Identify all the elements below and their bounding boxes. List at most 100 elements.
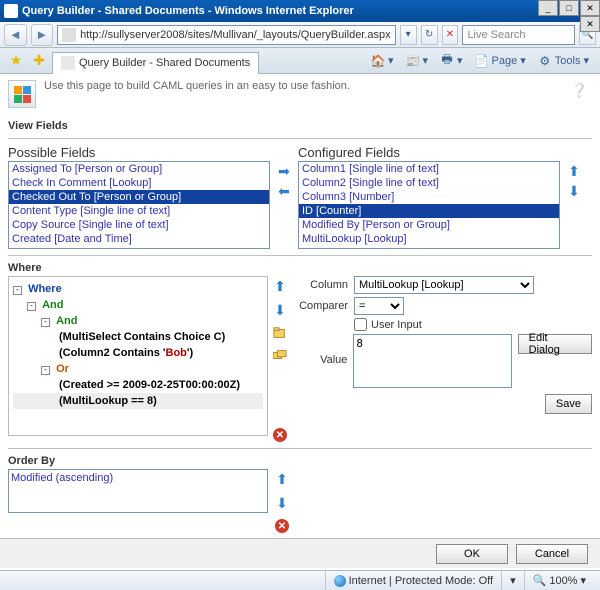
- collapse-icon[interactable]: -: [41, 366, 50, 375]
- edit-dialog-button[interactable]: Edit Dialog: [518, 334, 592, 354]
- transfer-controls: ➡ ➡: [276, 145, 292, 199]
- orderby-up-button[interactable]: ⬆: [274, 471, 290, 487]
- user-input-label: User Input: [371, 319, 422, 331]
- browser-tab[interactable]: Query Builder - Shared Documents: [52, 52, 259, 74]
- url-dropdown[interactable]: ▾: [400, 25, 417, 45]
- command-bar: 🏠▾ 📰▾ 🖶▾ 📄Page ▾ ⚙Tools ▾: [366, 51, 594, 71]
- orderby-item[interactable]: Modified (ascending): [11, 472, 265, 484]
- favorites-icon[interactable]: ★: [6, 51, 26, 71]
- node-up-button[interactable]: ⬆: [272, 278, 288, 294]
- address-bar[interactable]: http://sullyserver2008/sites/Mullivan/_l…: [57, 25, 396, 45]
- where-title: Where: [8, 262, 592, 274]
- page-icon: [62, 28, 76, 42]
- list-item[interactable]: MultiLookup [Lookup]: [299, 232, 559, 246]
- app-favicon: [4, 4, 18, 18]
- window-title: Query Builder - Shared Documents - Windo…: [22, 5, 596, 17]
- collapse-icon[interactable]: -: [41, 318, 50, 327]
- search-placeholder: Live Search: [467, 29, 525, 41]
- tools-menu[interactable]: ⚙Tools ▾: [533, 51, 594, 71]
- content-close-button[interactable]: ✕: [580, 16, 600, 32]
- dialog-footer: OK Cancel: [0, 538, 600, 568]
- home-icon: 🏠: [371, 54, 385, 68]
- orderby-down-button[interactable]: ⬇: [274, 495, 290, 511]
- move-down-button[interactable]: ⬇: [566, 183, 582, 199]
- maximize-button[interactable]: □: [559, 0, 579, 16]
- collapse-icon[interactable]: -: [27, 302, 36, 311]
- window-titlebar: Query Builder - Shared Documents - Windo…: [0, 0, 600, 22]
- list-item[interactable]: Assigned To [Person or Group]: [9, 162, 269, 176]
- value-label: Value: [298, 354, 347, 366]
- save-button[interactable]: Save: [545, 394, 592, 414]
- configured-fields-listbox[interactable]: Column1 [Single line of text]Column2 [Si…: [298, 161, 560, 249]
- print-icon: 🖶: [440, 54, 454, 68]
- list-item[interactable]: Checked Out To [Person or Group]: [9, 190, 269, 204]
- feed-icon: 📰: [405, 54, 419, 68]
- tab-favicon: [61, 56, 75, 70]
- minimize-button[interactable]: _: [538, 0, 558, 16]
- list-item[interactable]: Check In Comment [Lookup]: [9, 176, 269, 190]
- condition-node[interactable]: (Column2 Contains 'Bob'): [13, 345, 263, 361]
- page-icon: 📄: [475, 54, 489, 68]
- globe-icon: [334, 575, 346, 587]
- column-select[interactable]: MultiLookup [Lookup]: [354, 276, 534, 294]
- content-close: ✕: [579, 16, 600, 32]
- move-right-button[interactable]: ➡: [276, 163, 292, 179]
- cancel-button[interactable]: Cancel: [516, 544, 588, 564]
- stop-button[interactable]: ✕: [442, 25, 459, 45]
- page-logo: [8, 80, 36, 108]
- reorder-controls: ⬆ ⬇: [566, 145, 582, 199]
- list-item[interactable]: Column2 [Single line of text]: [299, 176, 559, 190]
- refresh-button[interactable]: ↻: [421, 25, 438, 45]
- possible-fields-label: Possible Fields: [8, 145, 270, 160]
- list-item[interactable]: Column1 [Single line of text]: [299, 162, 559, 176]
- collapse-icon[interactable]: -: [13, 286, 22, 295]
- page-description: Use this page to build CAML queries in a…: [44, 80, 559, 92]
- possible-fields-listbox[interactable]: Assigned To [Person or Group]Check In Co…: [8, 161, 270, 249]
- feeds-button[interactable]: 📰▾: [400, 51, 433, 71]
- zoom-pane[interactable]: 🔍 100% ▾: [524, 571, 594, 590]
- divider: [8, 448, 592, 449]
- node-down-button[interactable]: ⬇: [272, 302, 288, 318]
- list-item[interactable]: Modified By [Person or Group]: [299, 218, 559, 232]
- home-button[interactable]: 🏠▾: [366, 51, 399, 71]
- divider: [8, 138, 592, 139]
- orderby-title: Order By: [8, 455, 592, 467]
- window-controls: _ □ ✕: [537, 0, 600, 16]
- delete-node-button[interactable]: ✕: [273, 428, 287, 442]
- orderby-listbox[interactable]: Modified (ascending): [8, 469, 268, 513]
- user-input-checkbox[interactable]: [354, 318, 367, 331]
- tab-title: Query Builder - Shared Documents: [79, 57, 250, 69]
- condition-node[interactable]: (Created >= 2009-02-25T00:00:00Z): [13, 377, 263, 393]
- help-icon[interactable]: ❔: [567, 80, 592, 101]
- list-item[interactable]: Content Type [Single line of text]: [9, 204, 269, 218]
- add-favorites-icon[interactable]: ✚: [29, 51, 49, 71]
- add-group-icon[interactable]: [273, 348, 287, 362]
- condition-node[interactable]: (MultiSelect Contains Choice C): [13, 329, 263, 345]
- value-textarea[interactable]: 8: [353, 334, 511, 388]
- ok-button[interactable]: OK: [436, 544, 508, 564]
- where-tree[interactable]: - Where - And - And (MultiSelect Contain…: [8, 276, 268, 436]
- content: View Fields Possible Fields Assigned To …: [0, 114, 600, 557]
- comparer-select[interactable]: =: [354, 297, 404, 315]
- print-button[interactable]: 🖶▾: [435, 51, 468, 71]
- list-item[interactable]: Created [Date and Time]: [9, 232, 269, 246]
- add-node-icon[interactable]: [273, 326, 287, 340]
- close-button[interactable]: ✕: [580, 0, 600, 16]
- protected-mode-pane[interactable]: ▾: [501, 571, 524, 590]
- view-fields-title: View Fields: [8, 120, 592, 132]
- comparer-label: Comparer: [298, 300, 348, 312]
- move-up-button[interactable]: ⬆: [566, 163, 582, 179]
- where-node-controls: ⬆ ⬇ ✕: [272, 276, 288, 442]
- move-left-button[interactable]: ➡: [276, 183, 292, 199]
- list-item[interactable]: Copy Source [Single line of text]: [9, 218, 269, 232]
- forward-button[interactable]: ►: [31, 24, 54, 46]
- back-button[interactable]: ◄: [4, 24, 27, 46]
- orderby-delete-button[interactable]: ✕: [275, 519, 289, 533]
- search-box[interactable]: Live Search: [462, 25, 575, 45]
- list-item[interactable]: ID [Counter]: [299, 204, 559, 218]
- condition-node-selected[interactable]: (MultiLookup == 8): [13, 393, 263, 409]
- fields-row: Possible Fields Assigned To [Person or G…: [8, 145, 592, 249]
- list-item[interactable]: Column3 [Number]: [299, 190, 559, 204]
- page-menu[interactable]: 📄Page ▾: [470, 51, 531, 71]
- tools-icon: ⚙: [538, 54, 552, 68]
